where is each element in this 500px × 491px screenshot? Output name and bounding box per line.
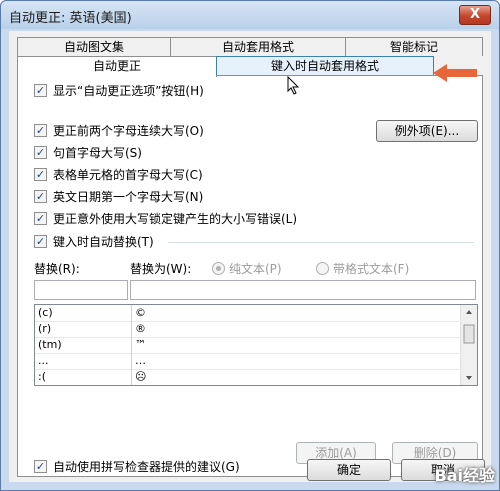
list-to: ☹ — [135, 370, 147, 383]
tab-label: 智能标记 — [389, 40, 438, 54]
mouse-cursor-icon — [287, 76, 300, 95]
checkbox-icon[interactable]: ✓ — [34, 190, 47, 203]
checkbox-icon[interactable]: ✓ — [34, 124, 47, 137]
close-button[interactable]: X — [459, 5, 491, 25]
column-divider — [131, 321, 132, 337]
dialog-client: 自动图文集 自动套用格式 智能标记 自动更正 键入时自动套用格式 ✓ 显示“自动更… — [9, 31, 491, 482]
tab-label: 键入时自动套用格式 — [270, 59, 379, 73]
option-label: 句首字母大写(S) — [53, 146, 142, 160]
tab-label: 自动图文集 — [63, 40, 124, 54]
list-from: ... — [38, 354, 49, 367]
column-divider — [131, 337, 132, 353]
checkbox-icon[interactable]: ✓ — [34, 460, 47, 473]
option-sentence-cap[interactable]: ✓ 句首字母大写(S) — [34, 144, 142, 162]
list-to: … — [135, 354, 146, 367]
checkbox-icon[interactable]: ✓ — [34, 212, 47, 225]
scrollbar-arrows-icon[interactable] — [461, 305, 477, 385]
replace-with-input[interactable] — [130, 280, 476, 300]
tab-autoformat-as-you-type[interactable]: 键入时自动套用格式 — [216, 56, 434, 75]
option-label: 更正前两个字母连续大写(O) — [53, 124, 204, 138]
watermark: Bai经验 — [434, 466, 495, 485]
list-from: (r) — [38, 322, 52, 335]
option-label: 显示“自动更正选项”按钮(H) — [53, 84, 204, 98]
radio-icon[interactable] — [316, 262, 329, 275]
group-divider — [168, 242, 474, 243]
radio-label: 纯文本(P) — [229, 262, 282, 276]
checkbox-icon[interactable]: ✓ — [34, 168, 47, 181]
tab-label: 自动套用格式 — [221, 40, 294, 54]
list-scrollbar[interactable] — [460, 305, 477, 385]
replacement-list[interactable]: (c) © (r) ® (tm) ™ ... … :( ☹ — [34, 304, 478, 386]
exceptions-button[interactable]: 例外项(E)... — [376, 120, 478, 142]
checkbox-icon[interactable]: ✓ — [34, 235, 47, 248]
option-label: 英文日期第一个字母大写(N) — [53, 190, 204, 204]
list-item[interactable]: ... … — [35, 353, 459, 370]
option-capslock[interactable]: ✓ 更正意外使用大写锁定键产生的大小写错误(L) — [34, 210, 297, 228]
option-table-cap[interactable]: ✓ 表格单元格的首字母大写(C) — [34, 166, 203, 184]
title-bar[interactable]: 自动更正: 英语(美国) X — [1, 1, 499, 29]
option-replace-typing[interactable]: ✓ 键入时自动替换(T) — [34, 233, 154, 251]
column-divider — [131, 305, 132, 321]
radio-icon[interactable] — [212, 262, 225, 275]
ok-button[interactable]: 确定 — [307, 459, 391, 481]
list-item[interactable]: :( ☹ — [35, 369, 459, 385]
tab-autocorrect[interactable]: 自动更正 — [17, 56, 217, 77]
replace-label: 替换(R): — [34, 262, 80, 276]
option-label: 键入时自动替换(T) — [53, 235, 154, 249]
list-item[interactable]: (tm) ™ — [35, 337, 459, 354]
radio-label: 带格式文本(F) — [333, 262, 410, 276]
list-from: (c) — [38, 306, 53, 319]
autocorrect-dialog: 自动更正: 英语(美国) X 自动图文集 自动套用格式 智能标记 自动更正 键入… — [0, 0, 500, 491]
tab-autoformat[interactable]: 自动套用格式 — [170, 37, 346, 56]
list-item[interactable]: (r) ® — [35, 321, 459, 338]
tab-autotext[interactable]: 自动图文集 — [17, 37, 171, 56]
option-day-cap[interactable]: ✓ 英文日期第一个字母大写(N) — [34, 188, 203, 206]
list-item[interactable]: (c) © — [35, 305, 459, 322]
list-from: (tm) — [38, 338, 62, 351]
list-from: :( — [38, 370, 46, 383]
arrow-left-icon — [433, 64, 477, 82]
replace-input[interactable] — [34, 280, 128, 300]
column-divider — [131, 369, 132, 385]
column-divider — [131, 353, 132, 369]
checkbox-icon[interactable]: ✓ — [34, 146, 47, 159]
list-to: ® — [135, 322, 146, 335]
window-title: 自动更正: 英语(美国) — [9, 11, 132, 26]
autocorrect-panel: ✓ 显示“自动更正选项”按钮(H) ✓ 更正前两个字母连续大写(O) 例外项(E).… — [17, 75, 483, 477]
radio-formatted-text[interactable]: 带格式文本(F) — [316, 260, 409, 278]
checkbox-icon[interactable]: ✓ — [34, 84, 47, 97]
radio-plain-text[interactable]: 纯文本(P) — [212, 260, 282, 278]
list-to: ™ — [135, 338, 146, 351]
tab-label: 自动更正 — [92, 59, 141, 73]
option-two-initials[interactable]: ✓ 更正前两个字母连续大写(O) — [34, 122, 204, 140]
tab-smart-tags[interactable]: 智能标记 — [345, 37, 483, 56]
option-show-buttons[interactable]: ✓ 显示“自动更正选项”按钮(H) — [34, 82, 204, 100]
option-label: 更正意外使用大写锁定键产生的大小写错误(L) — [53, 212, 298, 226]
option-spell-suggest[interactable]: ✓ 自动使用拼写检查器提供的建议(G) — [34, 458, 240, 476]
list-to: © — [135, 306, 146, 319]
option-label: 表格单元格的首字母大写(C) — [53, 168, 203, 182]
option-label: 自动使用拼写检查器提供的建议(G) — [53, 460, 240, 474]
replace-with-label: 替换为(W): — [130, 262, 192, 276]
